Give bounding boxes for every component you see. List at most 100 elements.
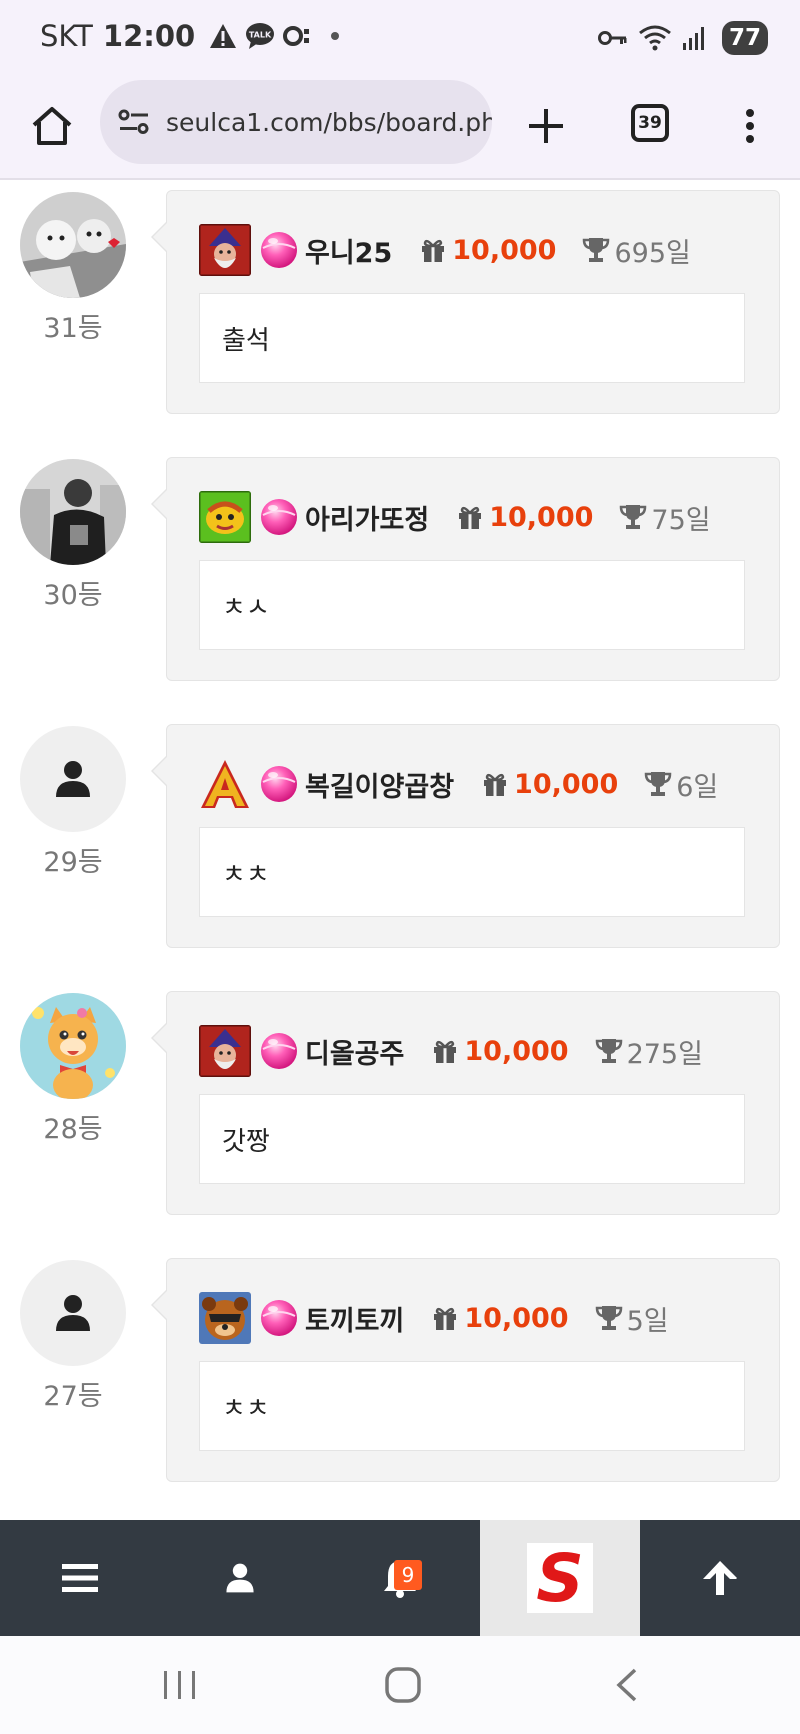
site-info-icon[interactable] [118,107,150,137]
alert-icon [209,23,237,49]
avatar[interactable] [20,726,126,832]
back-icon[interactable] [596,1660,656,1710]
gift-icon [457,504,483,530]
home-icon[interactable] [26,100,78,152]
status-bar: SKT 12:00 TALK 77 [0,0,800,72]
nickname[interactable]: 아리가또정 [305,498,429,537]
address-bar[interactable]: seulca1.com/bbs/board.php [100,80,492,164]
comment-text: ㅊㅊ [199,827,745,917]
rank-label: 30등 [43,580,103,611]
svg-text:TALK: TALK [249,31,272,40]
user-icon[interactable] [160,1520,320,1636]
gem-icon [259,1298,299,1338]
talk-icon: TALK [245,22,275,50]
comment-card: 복길이양곱창 10,000 6일 ㅊㅊ [151,724,780,948]
recent-apps-icon[interactable] [150,1660,210,1710]
days-value: 275일 [626,1038,703,1070]
point-value: 10,000 [464,1302,569,1334]
avatar[interactable] [20,192,126,298]
avatar[interactable] [20,459,126,565]
comment-text: ㅊㅅ [199,560,745,650]
nickname[interactable]: 토끼토끼 [305,1299,404,1338]
gem-icon [259,230,299,270]
rank-label: 29등 [43,847,103,878]
default-user-icon [53,1293,93,1333]
comment-card: 토끼토끼 10,000 5일 ㅊㅊ [151,1258,780,1482]
level-badge-icon [199,1025,251,1077]
rank-label: 28등 [43,1114,103,1145]
system-nav-bar [0,1636,800,1734]
point-reward: 10,000 [432,1302,569,1334]
list-item: 31등 우니25 10,000 695일 출석 [0,180,800,414]
comment-text: 출석 [199,293,745,383]
rank-label: 31등 [43,313,103,344]
days-value: 695일 [614,237,691,269]
wifi-icon [638,24,672,52]
clock: 12:00 [102,19,196,53]
url-text: seulca1.com/bbs/board.php [166,107,492,137]
vpn-key-icon [598,28,628,48]
attendance-days: 75일 [619,498,711,537]
attendance-days: 695일 [582,231,691,270]
comment-card: 디올공주 10,000 275일 갓짱 [151,991,780,1215]
nickname[interactable]: 디올공주 [305,1032,404,1071]
gem-icon [259,1031,299,1071]
comment-card: 아리가또정 10,000 75일 ㅊㅅ [151,457,780,681]
trophy-icon [644,770,672,798]
list-item: 30등 아리가또정 10,000 75일 ㅊㅅ [0,447,800,681]
nickname[interactable]: 복길이양곱창 [305,765,454,804]
attendance-days: 6일 [644,765,718,804]
point-reward: 10,000 [482,769,618,800]
level-badge-icon [199,758,251,810]
gem-icon [259,764,299,804]
site-logo[interactable]: S [480,1520,640,1636]
dot-icon [331,32,340,40]
list-item: 28등 디올공주 10,000 275일 갓짱 [0,981,800,1215]
tabs-icon[interactable]: 39 [631,104,669,142]
home-nav-icon[interactable] [373,1660,433,1710]
gift-icon [432,1038,458,1064]
days-value: 6일 [676,771,719,803]
trophy-icon [595,1037,623,1065]
carrier-label: SKT [40,19,93,53]
default-user-icon [53,759,93,799]
gift-icon [482,771,508,797]
trophy-icon [582,236,610,264]
level-badge-icon [199,1292,251,1344]
point-value: 10,000 [464,1035,569,1067]
point-reward: 10,000 [420,235,556,266]
attendance-list: 31등 우니25 10,000 695일 출석 30등 아리가또정 10,000… [0,180,800,1520]
avatar[interactable] [20,993,126,1099]
menu-icon[interactable] [0,1520,160,1636]
list-item: 29등 복길이양곱창 10,000 6일 ㅊㅊ [0,714,800,948]
point-reward: 10,000 [432,1035,569,1067]
point-value: 10,000 [514,768,619,800]
signal-icon [682,25,708,51]
trophy-icon [595,1304,623,1332]
gift-icon [432,1305,458,1331]
days-value: 75일 [651,504,711,536]
list-item: 27등 토끼토끼 10,000 5일 ㅊㅊ [0,1248,800,1482]
point-value: 10,000 [489,501,594,533]
avatar[interactable] [20,1260,126,1366]
point-value: 10,000 [452,234,557,266]
rank-label: 27등 [43,1381,103,1412]
attendance-days: 5일 [595,1299,669,1338]
arrow-up-icon[interactable] [640,1520,800,1636]
level-badge-icon [199,491,251,543]
attendance-days: 275일 [595,1032,703,1071]
comment-text: ㅊㅊ [199,1361,745,1451]
days-value: 5일 [626,1305,669,1337]
nickname[interactable]: 우니25 [305,231,392,270]
point-reward: 10,000 [457,502,593,533]
logo-letter: S [536,1543,584,1613]
comment-card: 우니25 10,000 695일 출석 [151,190,780,414]
browser-toolbar: seulca1.com/bbs/board.php 39 [0,72,800,180]
bell-icon[interactable]: 9 [320,1520,480,1636]
gift-icon [420,237,446,263]
gem-icon [259,497,299,537]
level-badge-icon [199,224,251,276]
new-tab-icon[interactable] [520,100,572,152]
more-icon[interactable] [732,100,768,152]
voice-icon [283,23,313,49]
